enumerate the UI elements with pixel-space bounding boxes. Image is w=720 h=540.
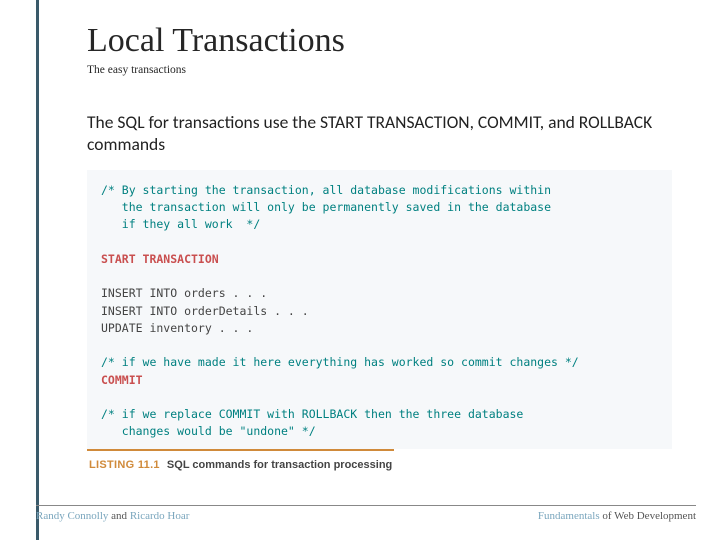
listing-label: LISTING 11.1 [89,459,160,471]
listing-text: SQL commands for transaction processing [167,459,392,471]
code-keyword: START TRANSACTION [101,252,219,266]
code-comment: /* if we have made it here everything ha… [101,355,579,369]
listing-caption: LISTING 11.1 SQL commands for transactio… [87,449,394,471]
body-paragraph: The SQL for transactions use the START T… [87,112,672,156]
footer-text: and [108,510,129,522]
code-comment: /* if we replace COMMIT with ROLLBACK th… [101,407,523,421]
footer-right: Fundamentals of Web Development [538,510,696,522]
footer-left: Randy Connolly and Ricardo Hoar [36,510,189,522]
slide-footer: Randy Connolly and Ricardo Hoar Fundamen… [36,505,696,522]
slide-content: Local Transactions The easy transactions… [36,0,720,540]
author-1: Randy Connolly [36,510,108,522]
code-comment: the transaction will only be permanently… [101,200,551,214]
page-title: Local Transactions [87,22,672,60]
code-keyword: COMMIT [101,373,143,387]
page-subtitle: The easy transactions [87,64,672,76]
code-comment: if they all work */ [101,217,260,231]
code-line: INSERT INTO orders . . . [101,286,267,300]
code-comment: /* By starting the transaction, all data… [101,183,551,197]
book-title-part: of Web Development [600,510,696,522]
code-comment: changes would be "undone" */ [101,424,316,438]
code-listing: /* By starting the transaction, all data… [87,170,672,449]
author-2: Ricardo Hoar [130,510,190,522]
code-line: INSERT INTO orderDetails . . . [101,304,309,318]
code-line: UPDATE inventory . . . [101,321,253,335]
book-title-part: Fundamentals [538,510,600,522]
